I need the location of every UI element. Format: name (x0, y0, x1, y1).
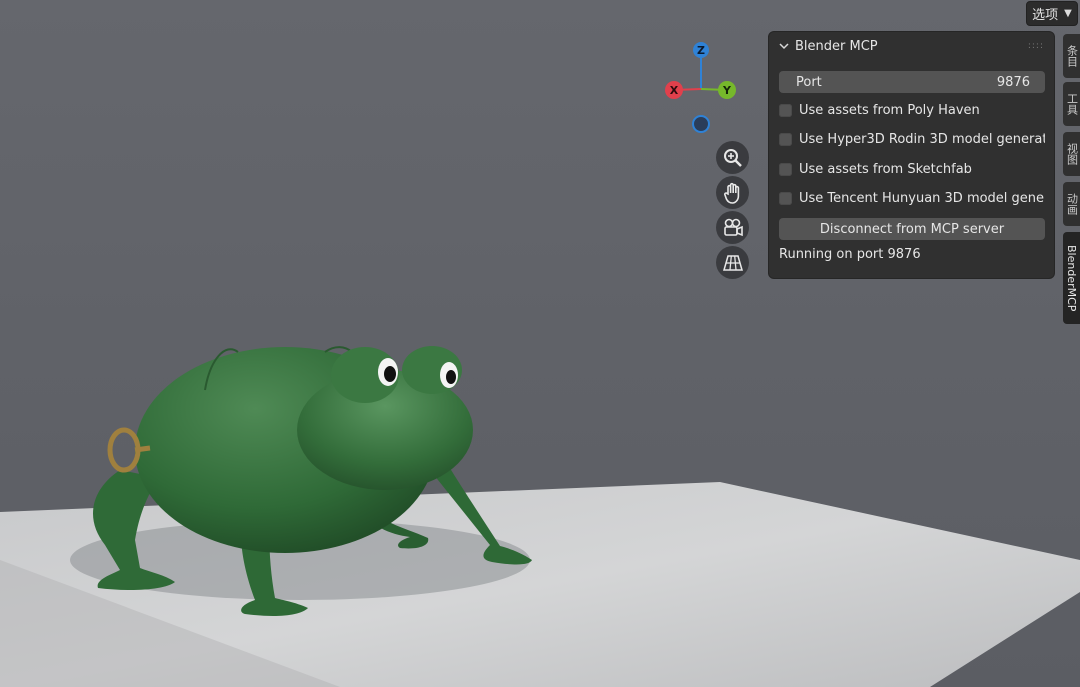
hyper3d-checkbox-row[interactable]: Use Hyper3D Rodin 3D model generati... (779, 129, 1045, 149)
port-label: Port (796, 74, 822, 90)
sketchfab-checkbox-row[interactable]: Use assets from Sketchfab (779, 159, 1045, 179)
checkbox-label: Use Tencent Hunyuan 3D model gene... (799, 190, 1045, 206)
neg-z-axis-handle[interactable] (692, 115, 710, 133)
checkbox-label: Use assets from Sketchfab (799, 161, 972, 177)
camera-view-button[interactable] (716, 211, 749, 244)
perspective-grid-icon (722, 254, 743, 271)
drag-grip-icon[interactable]: :::: (1028, 41, 1044, 51)
options-dropdown[interactable]: 选项 ▼ (1026, 1, 1078, 26)
panel-header[interactable]: Blender MCP :::: (769, 32, 1054, 60)
tab-tool[interactable]: 工具 (1063, 82, 1080, 126)
chevron-down-icon: ▼ (1064, 8, 1072, 19)
checkbox-label: Use Hyper3D Rodin 3D model generati... (799, 131, 1045, 147)
panel-title: Blender MCP (795, 38, 878, 54)
navigation-gizmo[interactable]: Z Y X (660, 40, 744, 136)
checkbox-label: Use assets from Poly Haven (799, 102, 980, 118)
poly-haven-checkbox-row[interactable]: Use assets from Poly Haven (779, 100, 1045, 120)
port-field[interactable]: Port 9876 (779, 71, 1045, 93)
tab-view[interactable]: 视图 (1063, 132, 1080, 176)
hunyuan-checkbox-row[interactable]: Use Tencent Hunyuan 3D model gene... (779, 188, 1045, 208)
checkbox[interactable] (779, 162, 792, 176)
zoom-icon (723, 148, 742, 167)
port-value: 9876 (996, 74, 1030, 90)
x-axis-label: X (670, 84, 679, 97)
checkbox[interactable] (779, 132, 792, 146)
disconnect-button[interactable]: Disconnect from MCP server (779, 218, 1045, 240)
chevron-down-icon (779, 43, 789, 50)
tab-item[interactable]: 条目 (1063, 34, 1080, 78)
blender-mcp-panel: Blender MCP :::: Port 9876 Use assets fr… (769, 32, 1054, 278)
pan-hand-icon (723, 182, 739, 204)
tab-blendermcp[interactable]: BlenderMCP (1063, 232, 1080, 324)
status-text: Running on port 9876 (779, 247, 921, 262)
options-label: 选项 (1032, 8, 1059, 23)
zoom-button[interactable] (716, 141, 749, 174)
checkbox[interactable] (779, 103, 792, 117)
camera-icon (723, 218, 743, 236)
z-axis-label: Z (697, 44, 705, 57)
tab-animation[interactable]: 动画 (1063, 182, 1080, 226)
y-axis-label: Y (722, 84, 732, 97)
perspective-toggle-button[interactable] (716, 246, 749, 279)
pan-button[interactable] (716, 176, 749, 209)
checkbox[interactable] (779, 191, 792, 205)
